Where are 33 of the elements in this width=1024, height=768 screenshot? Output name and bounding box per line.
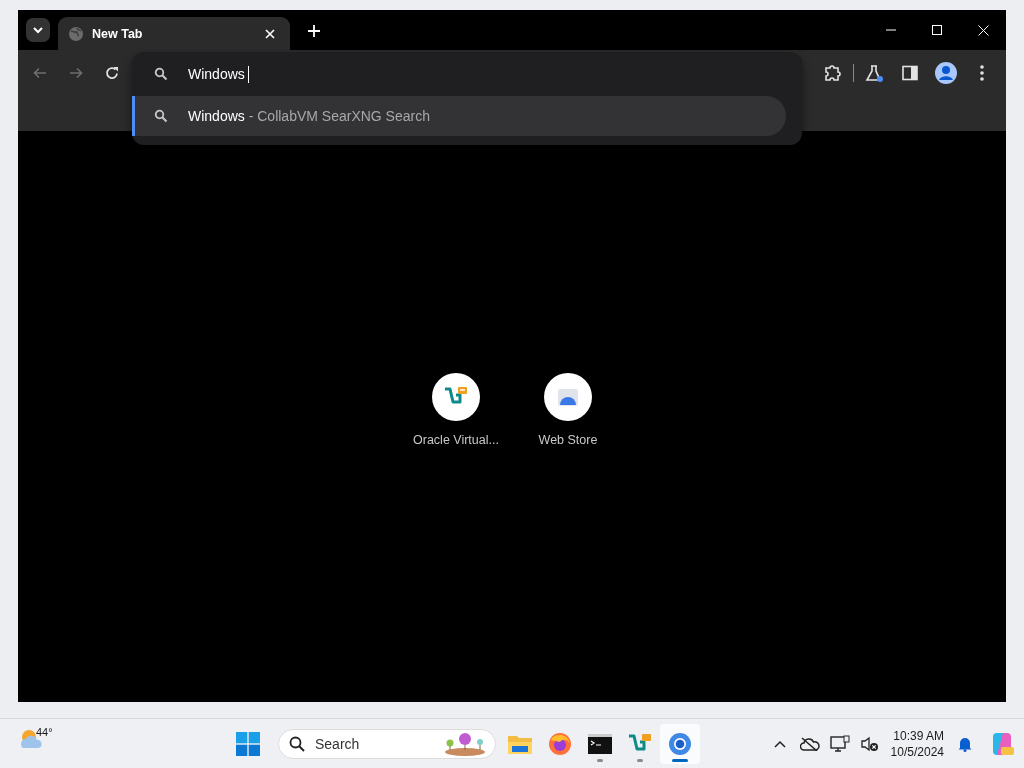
- shortcut-tile[interactable]: Web Store: [512, 373, 624, 447]
- temperature-text: 44°: [36, 725, 53, 738]
- back-arrow-icon: [32, 65, 48, 81]
- chevron-down-icon: [33, 26, 43, 34]
- text-caret: [247, 65, 249, 83]
- address-field[interactable]: Windows: [132, 52, 802, 96]
- terminal-icon: [588, 733, 612, 754]
- puzzle-piece-icon[interactable]: [824, 64, 842, 82]
- clock[interactable]: 10:39 AM 10/5/2024: [890, 727, 944, 760]
- browser-icon: [668, 731, 692, 756]
- search-field[interactable]: Search: [278, 728, 496, 759]
- bell-icon[interactable]: [958, 735, 972, 752]
- flask-icon[interactable]: [865, 64, 883, 82]
- address-text: Windows: [188, 66, 245, 82]
- browser-tab[interactable]: New Tab: [58, 17, 290, 50]
- search-icon: [154, 109, 168, 123]
- monitor-icon[interactable]: [829, 734, 850, 753]
- tab-title: New Tab: [92, 26, 144, 41]
- search-icon: [289, 735, 305, 752]
- suggestion-item[interactable]: Windows - CollabVM SearXNG Search: [132, 96, 786, 136]
- chevron-up-icon[interactable]: [773, 739, 786, 748]
- search-icon: [154, 67, 168, 81]
- speaker-muted-icon[interactable]: [860, 735, 879, 752]
- reload-icon: [104, 65, 120, 81]
- side-panel-icon[interactable]: [902, 65, 918, 81]
- shortcut-tile[interactable]: Oracle Virtual...: [400, 373, 512, 447]
- fox-globe-icon: [548, 731, 572, 756]
- tab-search-button[interactable]: [26, 18, 50, 42]
- avatar-icon[interactable]: [935, 62, 957, 84]
- cloud-off-icon[interactable]: [799, 736, 820, 751]
- menu-icon[interactable]: [980, 65, 984, 81]
- forward-arrow-icon: [68, 65, 84, 81]
- globe-icon: [68, 25, 84, 42]
